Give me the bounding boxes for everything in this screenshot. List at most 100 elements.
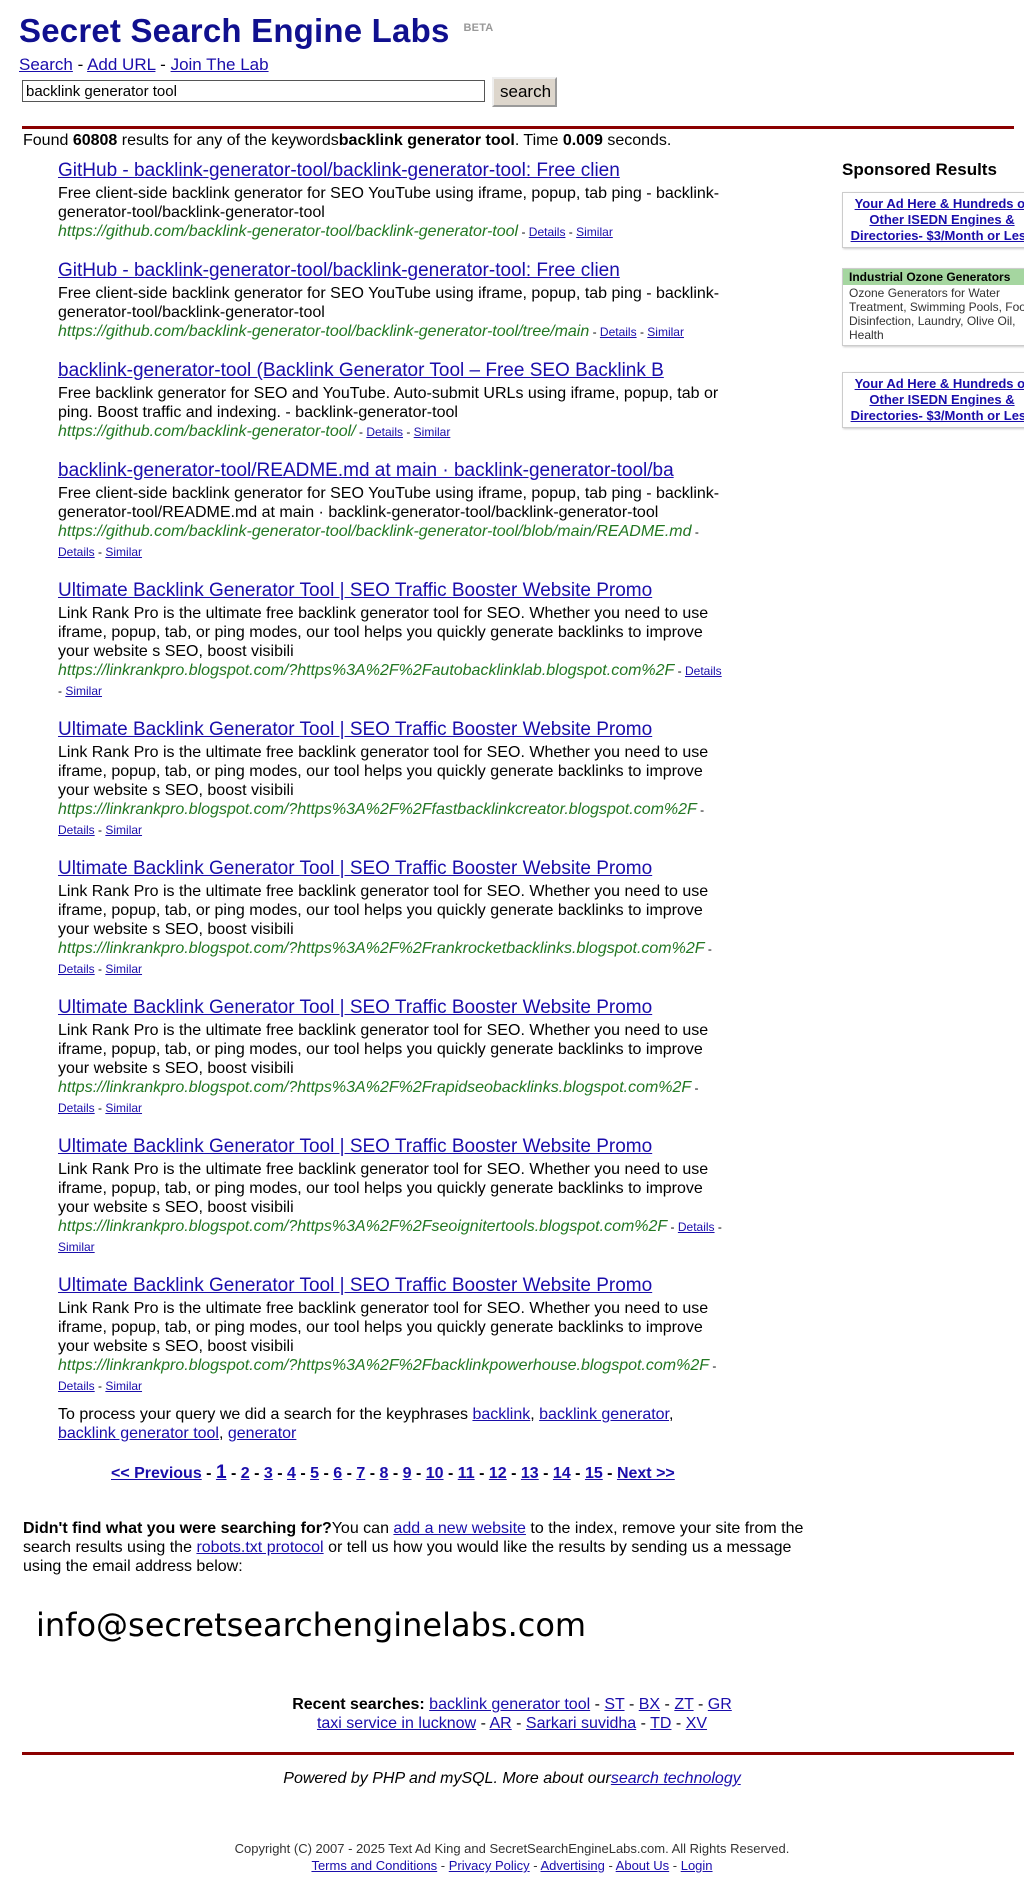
page-link[interactable]: 7	[356, 1465, 365, 1482]
result-snippet: Free backlink generator for SEO and YouT…	[58, 385, 719, 421]
link-separator: -	[636, 325, 648, 339]
result-details-link[interactable]: Details	[600, 325, 637, 339]
result-title-link[interactable]: GitHub - backlink-generator-tool/backlin…	[58, 260, 728, 282]
contact-email: info@secretsearchenginelabs.com	[36, 1606, 587, 1644]
result-similar-link[interactable]: Similar	[105, 1101, 142, 1115]
search-input[interactable]	[22, 80, 485, 102]
footer-link[interactable]: About Us	[616, 1858, 669, 1873]
ad-box: Your Ad Here & Hundreds of Other ISEDN E…	[842, 372, 1024, 428]
page-link[interactable]: 10	[426, 1465, 444, 1482]
footer-link[interactable]: Advertising	[541, 1858, 605, 1873]
result-snippet: Free client-side backlink generator for …	[58, 185, 720, 221]
link-separator: -	[589, 325, 600, 339]
ad-box-ozone[interactable]: Industrial Ozone Generators Ozone Genera…	[842, 268, 1024, 346]
current-page[interactable]: 1	[216, 1462, 227, 1483]
not-found-note: Didn't find what you were searching for?…	[23, 1519, 813, 1576]
page-link[interactable]: 9	[403, 1465, 412, 1482]
page-link[interactable]: 5	[310, 1465, 319, 1482]
pagination: << Previous - 1 - 2 - 3 - 4 - 5 - 6 - 7 …	[111, 1462, 675, 1483]
page-link[interactable]: 8	[379, 1465, 388, 1482]
logo-text: Secret Search Engine Labs	[19, 12, 450, 49]
result-details-link[interactable]: Details	[58, 1379, 95, 1393]
nav-join-lab-link[interactable]: Join The Lab	[171, 55, 269, 74]
ad-title[interactable]: Industrial Ozone Generators	[843, 269, 1024, 285]
footer-link[interactable]: Terms and Conditions	[311, 1858, 437, 1873]
nav-search-link[interactable]: Search	[19, 55, 73, 74]
page-link[interactable]: 14	[553, 1465, 571, 1482]
result-details-link[interactable]: Details	[58, 962, 95, 976]
result-details-link[interactable]: Details	[678, 1220, 715, 1234]
recent-search-link[interactable]: TD	[650, 1715, 671, 1732]
recent-search-link[interactable]: taxi service in lucknow	[317, 1715, 476, 1732]
result-title-link[interactable]: Ultimate Backlink Generator Tool | SEO T…	[58, 1136, 728, 1158]
result-url-line: https://linkrankpro.blogspot.com/?https%…	[58, 1078, 728, 1118]
link-separator: -	[94, 823, 106, 837]
summary-keywords: backlink generator tool	[338, 132, 515, 149]
page-link[interactable]: 6	[333, 1465, 342, 1482]
nav-separator: -	[77, 55, 84, 74]
result-similar-link[interactable]: Similar	[414, 425, 451, 439]
summary-suffix: seconds.	[607, 132, 672, 149]
result-similar-link[interactable]: Similar	[105, 545, 142, 559]
result-title-link[interactable]: backlink-generator-tool/README.md at mai…	[58, 460, 728, 482]
result-details-link[interactable]: Details	[58, 823, 95, 837]
page-link[interactable]: 11	[458, 1465, 475, 1482]
keyphrase-link[interactable]: generator	[228, 1425, 297, 1442]
result-details-link[interactable]: Details	[366, 425, 403, 439]
page-link[interactable]: 13	[521, 1465, 539, 1482]
ad-link[interactable]: Your Ad Here & Hundreds of Other ISEDN E…	[851, 196, 1024, 243]
link-separator: -	[94, 1101, 106, 1115]
result-title-link[interactable]: Ultimate Backlink Generator Tool | SEO T…	[58, 997, 728, 1019]
recent-search-link[interactable]: XV	[686, 1715, 707, 1732]
nav-add-url-link[interactable]: Add URL	[87, 55, 155, 74]
add-website-link[interactable]: add a new website	[393, 1520, 526, 1537]
result-url: https://github.com/backlink-generator-to…	[58, 523, 692, 540]
bottom-divider	[22, 1752, 1014, 1755]
keyphrase-link[interactable]: backlink	[472, 1406, 530, 1423]
recent-search-link[interactable]: AR	[489, 1715, 511, 1732]
footer-link[interactable]: Login	[681, 1858, 713, 1873]
recent-search-link[interactable]: ZT	[674, 1696, 693, 1713]
result-details-link[interactable]: Details	[685, 664, 722, 678]
search-button[interactable]: search	[492, 77, 557, 107]
previous-page-link[interactable]: << Previous	[111, 1465, 202, 1482]
result-details-link[interactable]: Details	[58, 1101, 95, 1115]
result-similar-link[interactable]: Similar	[65, 684, 102, 698]
footer-link[interactable]: Privacy Policy	[449, 1858, 530, 1873]
search-technology-link[interactable]: search technology	[611, 1770, 741, 1787]
site-logo[interactable]: Secret Search Engine Labs BETA	[19, 12, 493, 50]
page-link[interactable]: 15	[585, 1465, 603, 1482]
result-similar-link[interactable]: Similar	[647, 325, 684, 339]
result-similar-link[interactable]: Similar	[105, 962, 142, 976]
result-url-line: https://linkrankpro.blogspot.com/?https%…	[58, 1356, 728, 1396]
recent-search-link[interactable]: ST	[604, 1696, 624, 1713]
page-link[interactable]: 2	[241, 1465, 250, 1482]
robots-txt-link[interactable]: robots.txt protocol	[196, 1539, 323, 1556]
recent-search-link[interactable]: GR	[708, 1696, 732, 1713]
result-item: backlink-generator-tool/README.md at mai…	[58, 460, 728, 562]
result-similar-link[interactable]: Similar	[576, 225, 613, 239]
next-page-link[interactable]: Next >>	[617, 1465, 675, 1482]
result-similar-link[interactable]: Similar	[58, 1240, 95, 1254]
keyphrase-link[interactable]: backlink generator tool	[58, 1425, 219, 1442]
result-title-link[interactable]: Ultimate Backlink Generator Tool | SEO T…	[58, 1275, 728, 1297]
result-similar-link[interactable]: Similar	[105, 1379, 142, 1393]
result-title-link[interactable]: backlink-generator-tool (Backlink Genera…	[58, 360, 728, 382]
page-link[interactable]: 4	[287, 1465, 296, 1482]
keyphrase-link[interactable]: backlink generator	[539, 1406, 669, 1423]
result-title-link[interactable]: Ultimate Backlink Generator Tool | SEO T…	[58, 858, 728, 880]
result-details-link[interactable]: Details	[529, 225, 566, 239]
result-title-link[interactable]: Ultimate Backlink Generator Tool | SEO T…	[58, 580, 728, 602]
recent-search-link[interactable]: Sarkari suvidha	[526, 1715, 636, 1732]
ad-link[interactable]: Your Ad Here & Hundreds of Other ISEDN E…	[851, 376, 1024, 423]
page-link[interactable]: 3	[264, 1465, 273, 1482]
result-similar-link[interactable]: Similar	[105, 823, 142, 837]
result-details-link[interactable]: Details	[58, 545, 95, 559]
powered-text: Powered by PHP and mySQL. More about our	[283, 1770, 611, 1787]
recent-search-link[interactable]: BX	[639, 1696, 660, 1713]
recent-search-link[interactable]: backlink generator tool	[429, 1696, 590, 1713]
result-title-link[interactable]: GitHub - backlink-generator-tool/backlin…	[58, 160, 728, 182]
result-title-link[interactable]: Ultimate Backlink Generator Tool | SEO T…	[58, 719, 728, 741]
page-link[interactable]: 12	[489, 1465, 507, 1482]
result-snippet: Free client-side backlink generator for …	[58, 285, 720, 321]
